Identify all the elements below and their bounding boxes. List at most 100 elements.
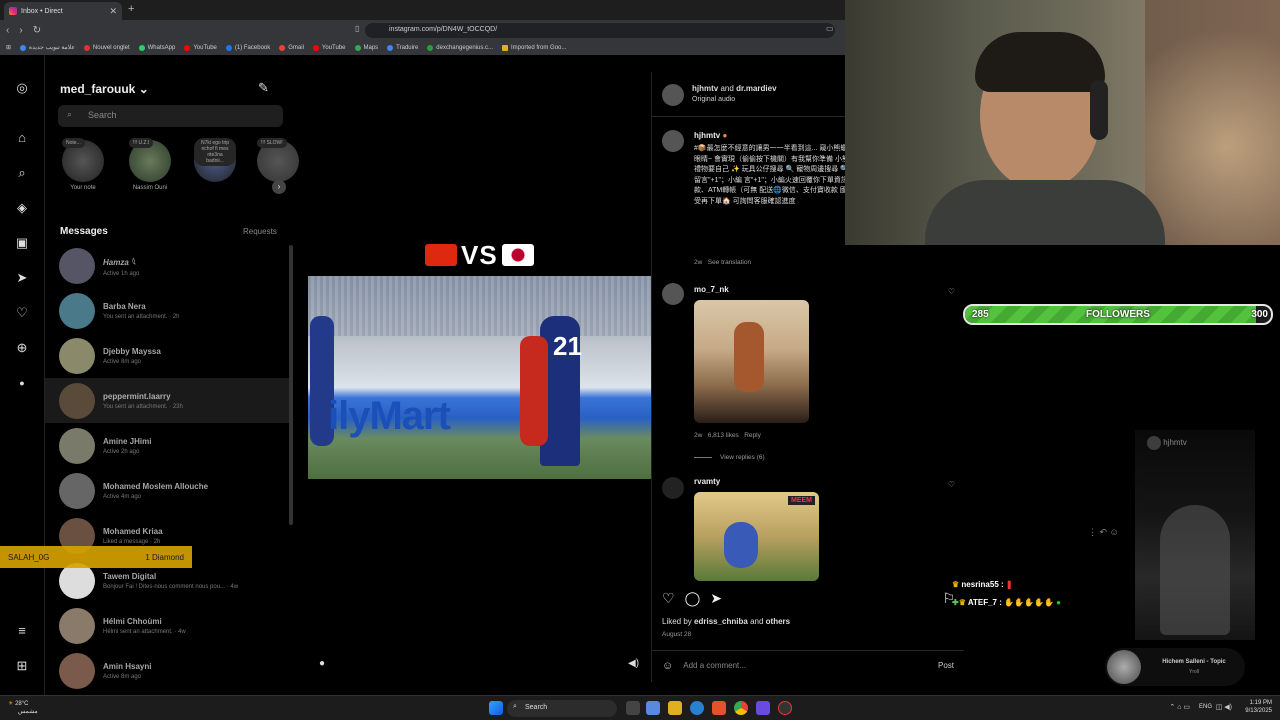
liked-others-link[interactable]: others [766,617,790,626]
reply-link[interactable]: Reply [744,432,761,439]
home-icon[interactable]: ⌂ [14,130,30,146]
search-input[interactable]: ⌕ Search [58,105,283,127]
profile-avatar-icon[interactable]: ● [14,375,30,391]
comment-input[interactable]: Add a comment... [683,661,746,670]
stories-next-icon[interactable]: › [272,180,286,194]
share-icon[interactable]: ➤ [710,590,722,607]
discord-icon[interactable] [756,701,770,715]
new-tab-button[interactable]: + [128,3,134,15]
comment-username[interactable]: rvamty [694,477,720,486]
chat-item[interactable]: Mohamed Moslem Allouche Active 4m ago [45,468,290,513]
chat-item[interactable]: Amine JHimi Active 2h ago [45,423,290,468]
reel-controls-icon[interactable]: ⋮ ↶ ☺ [1088,527,1119,538]
like-comment-icon[interactable]: ♡ [948,480,955,489]
search-icon[interactable]: ⌕ [14,165,30,181]
windows-start-icon[interactable] [489,701,503,715]
caption-avatar[interactable] [662,130,684,152]
file-explorer-icon[interactable] [668,701,682,715]
tab-inbox[interactable]: Inbox • Direct ✕ [4,2,122,20]
chrome-icon[interactable] [734,701,748,715]
chat-item[interactable]: Hamza 𓆩 Active 1h ago [45,243,290,288]
bookmark-item[interactable]: YouTube [184,44,217,51]
edge-icon[interactable] [690,701,704,715]
coauthor-link[interactable]: dr.mardiev [736,84,776,93]
messages-scrollbar[interactable] [289,245,293,525]
bookmark-item[interactable]: YouTube [312,44,346,51]
input-language[interactable]: ENG [1199,704,1212,710]
chat-item[interactable]: Amin Hsayni Active 8m ago [45,648,290,693]
caption-username[interactable]: hjhmtv ● [694,131,727,140]
close-tab-icon[interactable]: ✕ [109,6,117,17]
see-translation-link[interactable]: See translation [708,259,751,266]
comment-gif[interactable]: MEEM [694,492,819,581]
reload-icon[interactable]: ↻ [33,25,41,36]
forward-icon[interactable]: › [19,25,22,36]
like-comment-icon[interactable]: ♡ [948,287,955,296]
bookmark-folder[interactable]: Imported from Goo... [502,44,566,51]
tab-search-icon[interactable]: ▭ [826,24,834,33]
advert-board-text: ilyMart [328,394,451,438]
post-comment-button[interactable]: Post [938,661,954,670]
bookmark-item[interactable]: (1) Facebook [225,44,270,51]
post-video[interactable]: 21 ilyMart [308,276,651,479]
author-avatar[interactable] [662,84,684,106]
tagged-users-icon[interactable]: ● [319,658,325,669]
reels-icon[interactable]: ▣ [14,235,30,251]
commenter-avatar[interactable] [662,477,684,499]
comment-username[interactable]: mo_7_nk [694,285,729,294]
instagram-logo-icon[interactable]: ◎ [14,80,30,96]
reel-preview[interactable]: hjhmtv [1135,430,1255,640]
bookmark-item[interactable]: Traduire [387,44,418,51]
taskbar-search[interactable]: ⌕ Search [507,700,617,717]
chat-item-selected[interactable]: peppermint.laarry You sent an attachment.… [45,378,290,423]
author-link[interactable]: hjhmtv [692,84,718,93]
mute-icon[interactable]: ◀) [628,658,639,669]
chat-item[interactable]: Djebby Mayssa Active 8m ago [45,333,290,378]
requests-link[interactable]: Requests [243,227,277,236]
brave-icon[interactable] [712,701,726,715]
bookmark-item[interactable]: Maps [354,44,378,51]
comment-gif[interactable] [694,300,809,423]
weather-widget[interactable]: ☀ 28°C مشمس [8,700,38,716]
emoji-icon[interactable]: ☺ [662,660,673,672]
story-note[interactable]: !!! U.Z.I Nassim Ouni [120,138,180,191]
address-bar[interactable]: instagram.com/p/DN4W_tOCCQD/ [365,23,835,38]
versus-banner: VS [425,238,534,271]
apps-grid-icon[interactable]: ⊞ [6,44,11,51]
bookmark-item[interactable]: dexchangegenius.c... [427,44,493,51]
audio-label[interactable]: Original audio [692,96,735,103]
menu-icon[interactable]: ≡ [14,623,30,639]
bookmark-item[interactable]: WhatsApp [138,44,175,51]
bookmarks-bar: ⊞ علامة تبويب جديدة Nouvel onglet WhatsA… [0,40,845,55]
compose-icon[interactable]: ✎ [258,80,269,96]
create-icon[interactable]: ⊕ [14,340,30,356]
story-note[interactable]: N7ki ego trip nchof fi mes nte3na badnii… [185,138,245,185]
comment-icon[interactable]: ◯ [685,590,701,607]
back-icon[interactable]: ‹ [6,25,9,36]
view-replies-link[interactable]: View replies (6) [694,454,765,461]
chat-item[interactable]: Barba Nera You sent an attachment. · 2h [45,288,290,333]
notifications-icon[interactable]: ♡ [14,305,30,321]
chat-item[interactable]: Hélmi Chhoùmi Hélmi sent an attachment. ·… [45,603,290,648]
liked-user-link[interactable]: edriss_chniba [694,617,748,626]
messages-icon[interactable]: ➤ [14,270,30,286]
commenter-avatar[interactable] [662,283,684,305]
story-note[interactable]: !!! SLOW! [248,138,308,185]
bookmark-item[interactable]: Gmail [279,44,304,51]
avatar [59,247,95,284]
system-clock[interactable]: 1:19 PM 9/13/2025 [1245,699,1272,715]
tray-icons[interactable]: ⌃ ⌂ ▭ [1169,703,1190,711]
like-icon[interactable]: ♡ [662,590,675,607]
bookmark-item[interactable]: علامة تبويب جديدة [20,44,75,51]
explore-icon[interactable]: ◈ [14,200,30,216]
network-volume-icons[interactable]: ◫ ◀) [1216,703,1232,711]
avatar [59,427,95,464]
bookmark-item[interactable]: Nouvel onglet [83,44,130,51]
story-note[interactable]: Note... Your note [53,138,113,191]
copilot-icon[interactable] [646,701,660,715]
obs-icon[interactable] [778,701,792,715]
account-username[interactable]: med_farouuk ⌄ [60,82,149,96]
task-view-icon[interactable] [626,701,640,715]
bookmark-star-icon[interactable]: ▯ [355,24,359,33]
also-from-meta-icon[interactable]: ⊞ [14,658,30,674]
